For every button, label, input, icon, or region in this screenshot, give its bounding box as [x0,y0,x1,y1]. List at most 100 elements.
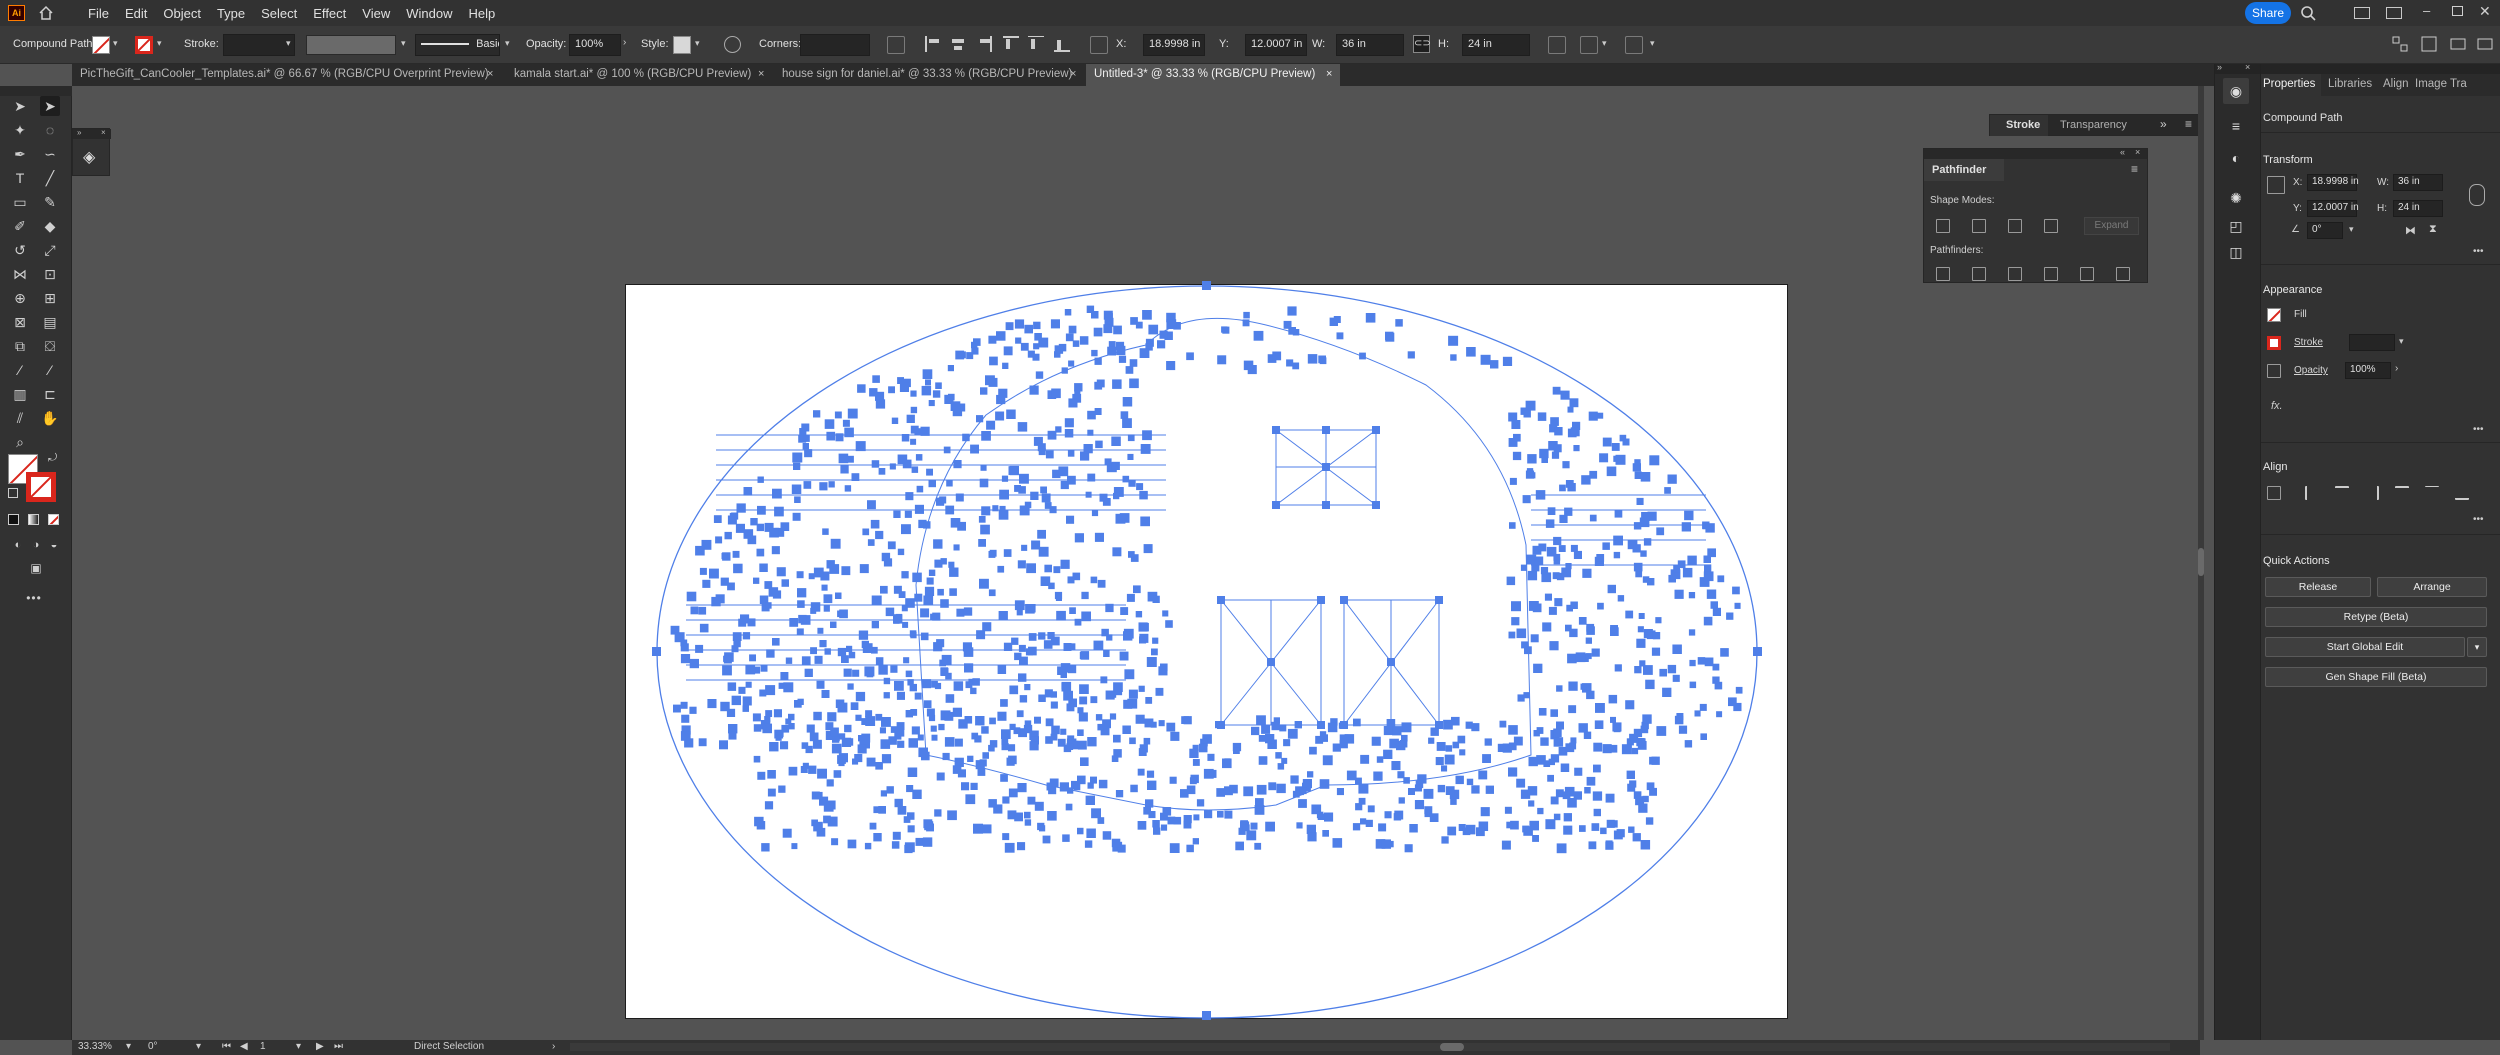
anchor-point[interactable] [1593,808,1601,817]
anchor-point[interactable] [957,769,966,778]
anchor-point[interactable] [1408,788,1415,795]
anchor-point[interactable] [897,740,905,748]
anchor-point[interactable] [707,699,717,709]
anchor-point[interactable] [1628,826,1635,833]
anchor-point[interactable] [1617,595,1625,602]
anchor-point[interactable] [827,712,837,722]
anchor-point[interactable] [1059,782,1069,792]
anchor-point[interactable] [720,577,729,586]
opacity-field[interactable]: 100% [569,34,621,56]
anchor-point[interactable] [805,745,813,754]
anchor-point[interactable] [985,375,995,386]
zoom-level-field[interactable]: 33.33% [78,1041,112,1052]
anchor-point[interactable] [915,454,923,461]
anchor-point[interactable] [1060,728,1067,735]
anchor-point[interactable] [1198,743,1208,753]
anchor-point[interactable] [804,668,813,677]
anchor-point[interactable] [1111,461,1120,470]
anchor-point[interactable] [1360,754,1370,764]
anchor-point[interactable] [988,799,997,808]
anchor-point[interactable] [1246,830,1257,841]
anchor-point[interactable] [1067,664,1077,674]
crop-icon[interactable] [2044,267,2058,281]
align-bottom-icon[interactable] [2455,486,2469,500]
anchor-point[interactable] [904,510,912,518]
anchor-point[interactable] [1145,697,1153,704]
anchor-point[interactable] [1636,497,1644,505]
anchor-point[interactable] [799,428,807,436]
anchor-point[interactable] [1640,840,1651,850]
perspective-grid-tool-icon[interactable]: ⊞ [40,288,60,308]
anchor-point[interactable] [1031,540,1041,550]
anchor-point[interactable] [1605,840,1613,848]
anchor-point[interactable] [945,505,955,515]
anchor-point[interactable] [686,591,697,602]
anchor-point[interactable] [887,541,896,550]
chevron-down-icon[interactable]: ▾ [695,38,700,49]
anchor-point[interactable] [1279,724,1287,732]
anchor-point[interactable] [1035,371,1044,379]
anchor-point[interactable] [840,465,849,474]
anchor-point[interactable] [1137,821,1147,830]
anchor-point[interactable] [982,622,992,632]
anchor-point[interactable] [1656,527,1665,536]
opacity-label[interactable]: Opacity [2294,365,2328,376]
anchor-point[interactable] [1203,768,1214,779]
anchor-point[interactable] [1019,473,1029,484]
anchor-point[interactable] [1061,681,1072,692]
anchor-point[interactable] [823,594,833,604]
anchor-point[interactable] [1642,795,1649,803]
anchor-point[interactable] [1484,738,1492,746]
anchor-point[interactable] [1548,606,1557,615]
anchor-point[interactable] [757,505,766,515]
anchor-point[interactable] [1122,475,1130,483]
anchor-point[interactable] [1553,536,1562,546]
anchor-point[interactable] [1153,827,1161,835]
anchor-point[interactable] [1072,340,1080,347]
anchor-point[interactable] [949,588,957,596]
anchor-point[interactable] [926,468,933,476]
anchor-point[interactable] [1095,440,1103,449]
anchor-point[interactable] [1173,816,1182,825]
anchor-point[interactable] [1527,786,1538,796]
anchor-point[interactable] [1485,785,1494,794]
anchor-point[interactable] [769,742,779,752]
bounding-handle-left[interactable] [652,647,661,656]
anchor-point[interactable] [998,510,1009,520]
anchor-point[interactable] [1640,550,1647,557]
align-to-icon[interactable] [2267,486,2281,500]
align-right-icon[interactable] [976,36,992,52]
anchor-point[interactable] [930,725,937,732]
anchor-point[interactable] [788,766,798,776]
anchor-point[interactable] [1574,767,1583,776]
anchor-point[interactable] [901,524,911,535]
anchor-point[interactable] [1038,337,1049,348]
anchor-point[interactable] [943,446,951,454]
anchor-point[interactable] [1148,811,1156,819]
anchor-point[interactable] [1640,472,1651,482]
anchor-point[interactable] [976,415,984,423]
anchor-point[interactable] [1235,841,1244,851]
anchor-point[interactable] [982,824,992,834]
selection-tool-icon[interactable]: ➤ [10,96,30,116]
width-field[interactable]: 36 in [2393,174,2443,191]
anchor-point[interactable] [901,434,910,442]
anchor-point[interactable] [1025,604,1035,614]
anchor-point[interactable] [891,417,899,424]
anchor-point[interactable] [855,714,862,721]
anchor-point[interactable] [783,682,794,693]
anchor-point[interactable] [1667,664,1677,674]
anchor-point[interactable] [1126,593,1135,602]
anchor-point[interactable] [965,794,976,805]
anchor-point[interactable] [947,810,957,821]
anchor-point[interactable] [756,548,765,557]
anchor-point[interactable] [1017,422,1028,432]
anchor-point[interactable] [1631,747,1639,755]
anchor-point[interactable] [1684,740,1693,748]
anchor-point[interactable] [1580,683,1587,690]
anchor-point[interactable] [1318,355,1326,364]
anchor-point[interactable] [1037,443,1046,452]
anchor-point[interactable] [967,755,974,762]
anchor-point[interactable] [1112,379,1122,389]
anchor-point[interactable] [1233,747,1240,754]
